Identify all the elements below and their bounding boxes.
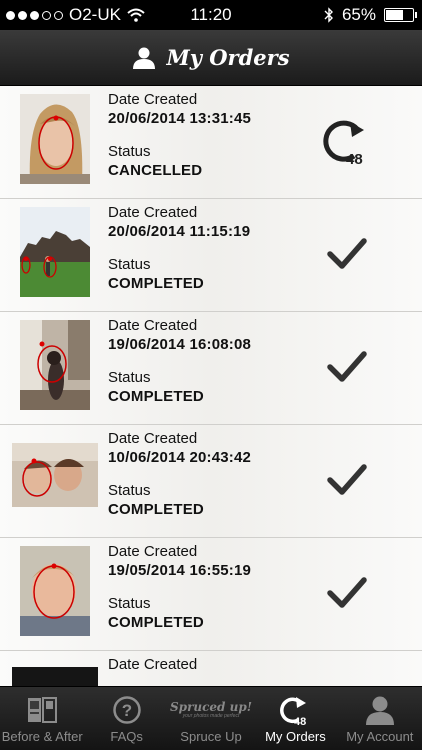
date-created-label: Date Created — [108, 91, 198, 108]
spruced-up-logo: Spruced up! your photos made perfect — [170, 693, 252, 727]
checkmark-icon — [320, 455, 376, 505]
order-status: COMPLETED — [108, 614, 204, 631]
order-thumbnail — [20, 546, 90, 636]
svg-text:?: ? — [121, 701, 131, 720]
order-thumbnail — [12, 443, 98, 507]
status-label: Status — [108, 256, 151, 273]
tab-label: My Orders — [265, 729, 326, 744]
date-created-label: Date Created — [108, 317, 198, 334]
battery-percent: 65% — [341, 5, 376, 24]
date-created-label: Date Created — [108, 430, 198, 447]
bluetooth-icon — [324, 7, 333, 23]
tab-label: FAQs — [110, 729, 143, 744]
order-status: COMPLETED — [108, 501, 204, 518]
order-thumbnail — [20, 320, 90, 410]
status-label: Status — [108, 595, 151, 612]
order-status: COMPLETED — [108, 388, 204, 405]
status-bar: O2-UK 11:20 65% — [0, 0, 422, 30]
orders-list[interactable]: Date Created 20/06/2014 13:31:45 Status … — [0, 86, 422, 686]
order-status: CANCELLED — [108, 162, 203, 179]
order-date: 20/06/2014 11:15:19 — [108, 223, 251, 240]
date-created-label: Date Created — [108, 543, 198, 560]
user-icon — [133, 47, 156, 69]
status-label: Status — [108, 143, 151, 160]
tab-label: Spruce Up — [180, 729, 242, 744]
user-icon — [365, 696, 394, 725]
order-row[interactable]: Date Created 19/06/2014 16:08:08 Status … — [0, 312, 422, 425]
tab-label: My Account — [346, 729, 414, 744]
order-row[interactable]: Date Created 10/06/2014 20:43:42 Status … — [0, 425, 422, 538]
nav-header: My Orders — [0, 30, 422, 86]
question-icon: ? — [112, 696, 141, 724]
date-created-label: Date Created — [108, 204, 198, 221]
tab-bar: Before & After ? FAQs Spruced up! your p… — [0, 686, 422, 750]
badge-number: 48 — [346, 151, 363, 166]
checkmark-icon — [320, 342, 376, 392]
checkmark-icon — [320, 568, 376, 618]
tab-label: Before & After — [1, 729, 83, 744]
checkmark-icon — [320, 229, 376, 279]
brand-wordmark: Spruced up! — [170, 700, 253, 714]
refresh-48-icon: 48 — [280, 697, 307, 726]
order-thumbnail — [12, 667, 98, 686]
page-title: My Orders — [166, 45, 290, 70]
order-thumbnail — [20, 207, 90, 297]
order-date: 10/06/2014 20:43:42 — [108, 449, 252, 466]
status-label: Status — [108, 369, 151, 386]
order-row[interactable]: Date Created — [0, 651, 422, 686]
order-thumbnail — [20, 94, 90, 184]
refresh-48-icon[interactable]: 48 — [320, 116, 376, 168]
badge-number: 48 — [294, 716, 306, 726]
order-date: 19/05/2014 16:55:19 — [108, 562, 252, 579]
tab-spruce-up[interactable]: Spruced up! your photos made perfect Spr… — [169, 687, 253, 750]
tab-before-after[interactable]: Before & After — [0, 687, 84, 750]
tab-my-account[interactable]: My Account — [338, 687, 422, 750]
date-created-label: Date Created — [108, 656, 198, 673]
order-row[interactable]: Date Created 20/06/2014 11:15:19 Status … — [0, 199, 422, 312]
order-date: 19/06/2014 16:08:08 — [108, 336, 252, 353]
before-after-icon — [28, 697, 58, 723]
order-row[interactable]: Date Created 20/06/2014 13:31:45 Status … — [0, 86, 422, 199]
battery-icon — [384, 8, 417, 22]
order-status: COMPLETED — [108, 275, 204, 292]
tab-my-orders[interactable]: 48 My Orders — [253, 687, 337, 750]
tab-faqs[interactable]: ? FAQs — [84, 687, 168, 750]
order-date: 20/06/2014 13:31:45 — [108, 110, 252, 127]
order-row[interactable]: Date Created 19/05/2014 16:55:19 Status … — [0, 538, 422, 651]
status-label: Status — [108, 482, 151, 499]
brand-tagline: your photos made perfect — [182, 713, 240, 719]
